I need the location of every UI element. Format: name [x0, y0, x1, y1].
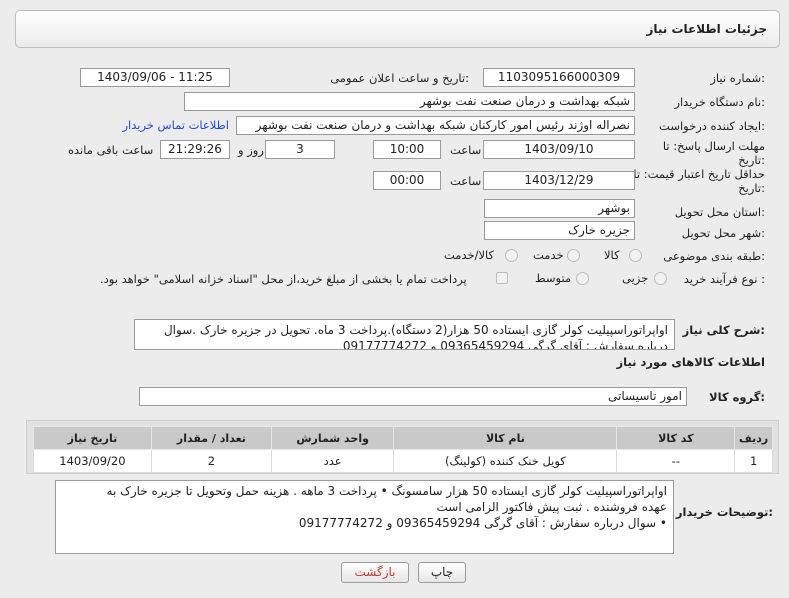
- remaining-time-label: ساعت باقی مانده: [68, 143, 154, 157]
- city-label: شهر محل تحویل:: [681, 226, 765, 240]
- category-option-goods: کالا: [604, 248, 620, 262]
- buyer-contact-link[interactable]: اطلاعات تماس خریدار: [122, 118, 229, 132]
- purchase-type-option-minor: جزیی: [622, 271, 649, 285]
- requester-label: ایجاد کننده درخواست:: [659, 119, 765, 133]
- goods-group-label: گروه کالا:: [709, 390, 765, 404]
- col-quantity: تعداد / مقدار: [150, 426, 272, 450]
- back-button[interactable]: بازگشت: [341, 562, 409, 583]
- reply-time-field: 10:00: [373, 140, 441, 159]
- summary-text: اواپراتوراسپیلیت کولر گازی ایستاده 50 هز…: [134, 319, 675, 350]
- price-validity-label: حداقل تاریخ اعتبار قیمت: تا: [633, 167, 765, 181]
- cell-unit: عدد: [270, 449, 395, 473]
- col-row-number: ردیف: [734, 426, 773, 450]
- cell-row-number: 1: [734, 449, 773, 473]
- province-label: استان محل تحویل:: [674, 205, 765, 219]
- need-number-label: شماره نیاز:: [710, 71, 765, 85]
- items-table: ردیف کد کالا نام کالا واحد شمارش تعداد /…: [33, 426, 773, 473]
- purchase-type-option-medium: متوسط: [535, 271, 572, 285]
- table-row: 1 -- کویل خنک کننده (کولینگ) عدد 2 1403/…: [33, 449, 773, 473]
- reply-time-label: ساعت: [450, 143, 482, 157]
- need-number-field: 1103095166000309: [483, 68, 635, 87]
- category-radio-goods[interactable]: [629, 249, 642, 262]
- province-field: بوشهر: [484, 199, 635, 218]
- summary-label: شرح کلی نیاز:: [682, 323, 765, 337]
- reply-days-field: 3: [265, 140, 335, 159]
- buyer-org-label: نام دستگاه خریدار:: [674, 95, 765, 109]
- price-validity-time-label: ساعت: [450, 174, 482, 188]
- buyer-notes-line-3: • سوال درباره سفارش : آقای گرگی 09365459…: [298, 516, 667, 530]
- panel-header: جزئیات اطلاعات نیاز: [15, 10, 780, 48]
- cell-item-code: --: [616, 449, 736, 473]
- purchase-type-radio-medium[interactable]: [576, 272, 589, 285]
- cell-item-name: کویل خنک کننده (کولینگ): [393, 449, 618, 473]
- announce-datetime-field: 1403/09/06 - 11:25: [80, 68, 230, 87]
- announce-datetime-label: تاریخ و ساعت اعلان عمومی:: [330, 71, 469, 85]
- cell-quantity: 2: [150, 449, 272, 473]
- treasury-note: پرداخت تمام یا بخشی از مبلغ خرید،از محل …: [100, 272, 467, 286]
- col-item-code: کد کالا: [616, 426, 736, 450]
- city-field: جزیره خارک: [484, 221, 635, 240]
- reply-days-label: روز و: [238, 143, 264, 157]
- price-validity-label-date: تاریخ:: [738, 181, 765, 195]
- requester-field: نصراله اوژند رئیس امور کارکنان شبکه بهدا…: [236, 116, 635, 135]
- goods-group-field: امور تاسیساتی: [139, 387, 687, 406]
- price-validity-time-field: 00:00: [373, 171, 441, 190]
- print-button[interactable]: چاپ: [418, 562, 466, 583]
- reply-deadline-date-field: 1403/09/10: [483, 140, 635, 159]
- category-radio-goods-service[interactable]: [505, 249, 518, 262]
- purchase-type-radio-minor[interactable]: [654, 272, 667, 285]
- remaining-time-field: 21:29:26: [160, 140, 230, 159]
- category-label: طبقه بندی موضوعی:: [663, 249, 765, 263]
- cell-need-date: 1403/09/20: [33, 449, 152, 473]
- col-item-name: نام کالا: [393, 426, 618, 450]
- buyer-notes-label: توضیحات خریدار:: [675, 505, 773, 519]
- category-option-goods-service: کالا/خدمت: [444, 248, 495, 262]
- category-option-service: خدمت: [533, 248, 564, 262]
- price-validity-date-field: 1403/12/29: [483, 171, 635, 190]
- treasury-checkbox[interactable]: [496, 272, 508, 284]
- reply-deadline-label: مهلت ارسال پاسخ: تا: [662, 139, 765, 153]
- buyer-notes-box: اواپراتوراسپیلیت کولر گازی ایستاده 50 هز…: [55, 480, 674, 554]
- page-title: جزئیات اطلاعات نیاز: [646, 22, 767, 36]
- col-unit: واحد شمارش: [270, 426, 395, 450]
- purchase-type-label: نوع فرآیند خرید :: [683, 272, 765, 286]
- buyer-org-field: شبکه بهداشت و درمان صنعت نفت بوشهر: [184, 92, 635, 111]
- items-table-header-row: ردیف کد کالا نام کالا واحد شمارش تعداد /…: [33, 426, 773, 450]
- col-need-date: تاریخ نیاز: [33, 426, 152, 450]
- buyer-notes-line-1: اواپراتوراسپیلیت کولر گازی ایستاده 50 هز…: [106, 484, 667, 498]
- buyer-notes-line-2: عهده فروشنده . ثبت پیش فاکتور الزامی است: [436, 500, 667, 514]
- reply-deadline-label-date: تاریخ:: [738, 153, 765, 167]
- category-radio-service[interactable]: [567, 249, 580, 262]
- goods-section-title: اطلاعات کالاهای مورد نیاز: [616, 355, 765, 369]
